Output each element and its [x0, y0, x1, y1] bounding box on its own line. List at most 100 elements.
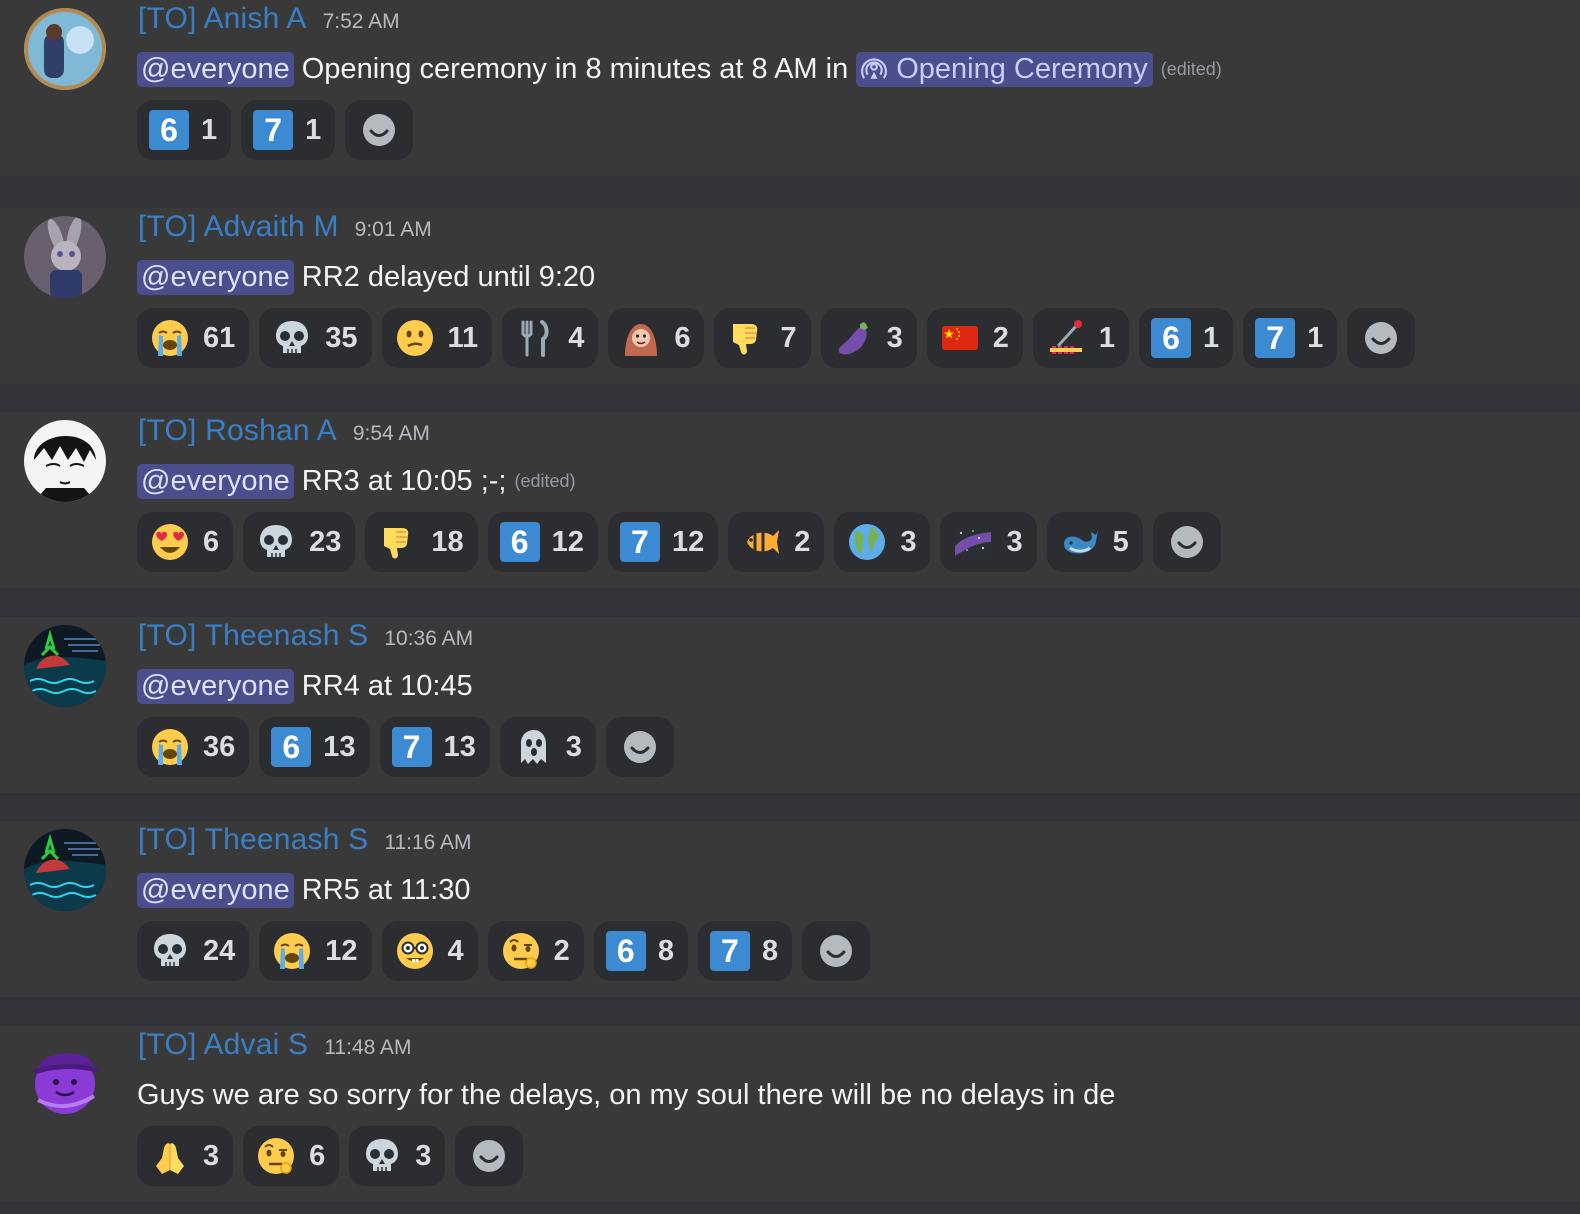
- keycap-6-icon: 6: [1151, 318, 1192, 358]
- tropical-fish-icon: [740, 521, 782, 563]
- reaction-count: 61: [203, 321, 236, 354]
- reaction-chip[interactable]: 3: [820, 308, 917, 368]
- reaction-count: 2: [794, 525, 811, 558]
- add-reaction-button[interactable]: [1347, 308, 1416, 368]
- reaction-chip[interactable]: 35: [259, 308, 372, 368]
- add-reaction-button[interactable]: [802, 921, 871, 981]
- reaction-count: 8: [761, 934, 779, 967]
- channel-mention[interactable]: Opening Ceremony: [856, 51, 1153, 87]
- reaction-chip[interactable]: 61: [137, 100, 232, 160]
- everyone-mention[interactable]: @everyone: [137, 51, 294, 87]
- reaction-count: 1: [305, 113, 322, 146]
- message-header: [TO] Theenash S 10:36 AM: [138, 619, 473, 659]
- reaction-count: 12: [671, 525, 705, 558]
- reaction-chip[interactable]: 23: [243, 512, 356, 572]
- bunny-character-avatar[interactable]: [24, 216, 106, 298]
- timestamp: 9:54 AM: [352, 422, 430, 445]
- everyone-mention[interactable]: @everyone: [137, 259, 294, 295]
- reaction-chip[interactable]: 3: [349, 1126, 446, 1186]
- orangutan-icon: [620, 317, 662, 359]
- reaction-count: 11: [447, 321, 479, 354]
- message-text: Opening ceremony in 8 minutes at 8 AM in: [301, 52, 849, 85]
- add-reaction-button[interactable]: [605, 717, 674, 777]
- loudly-crying-face-icon: [271, 930, 313, 972]
- everyone-mention[interactable]: @everyone: [137, 872, 294, 908]
- reaction-chip[interactable]: 6: [137, 512, 234, 572]
- reaction-chip[interactable]: 7: [714, 308, 811, 368]
- reaction-chip[interactable]: 18: [365, 512, 478, 572]
- everyone-mention[interactable]: @everyone: [137, 668, 294, 704]
- author-name[interactable]: [TO] Anish A: [138, 2, 307, 36]
- reaction-chip[interactable]: 2: [728, 512, 825, 572]
- neon-landscape-avatar[interactable]: [24, 625, 106, 707]
- skull-icon: [255, 521, 297, 563]
- manga-face-avatar[interactable]: [24, 420, 106, 502]
- message-content: @everyone Opening ceremony in 8 minutes a…: [137, 47, 1222, 91]
- reaction-chip[interactable]: 6 13: [259, 717, 370, 777]
- message: [TO] Theenash S 10:36 AM @everyone RR4 at 1…: [0, 617, 1580, 793]
- add-reaction-button[interactable]: [345, 100, 414, 160]
- add-reaction-smiley-icon: [1360, 317, 1402, 359]
- message: [TO] Advai S 11:48 AM Guys we are so sorry…: [0, 1026, 1580, 1202]
- reaction-chip[interactable]: 24: [137, 921, 250, 981]
- reaction-count: 3: [1006, 525, 1023, 558]
- add-reaction-button[interactable]: [1152, 512, 1221, 572]
- folded-hands-icon: [149, 1135, 191, 1177]
- reaction-chip[interactable]: 3: [499, 717, 596, 777]
- reaction-chip[interactable]: 12: [259, 921, 372, 981]
- keycap-7-icon: 7: [253, 110, 294, 150]
- blue-blob-avatar[interactable]: [24, 8, 106, 90]
- reaction-chip[interactable]: 71: [1243, 308, 1338, 368]
- add-reaction-button[interactable]: [455, 1126, 524, 1186]
- reaction-chip[interactable]: 3: [940, 512, 1037, 572]
- reaction-chip[interactable]: 2: [487, 921, 584, 981]
- reaction-chip[interactable]: 7 13: [379, 717, 490, 777]
- author-name[interactable]: [TO] Theenash S: [138, 823, 368, 857]
- author-name[interactable]: [TO] Advaith M: [138, 210, 339, 244]
- reaction-count: 3: [415, 1139, 432, 1172]
- raised-eyebrow-icon: [255, 1135, 297, 1177]
- purple-blob-avatar[interactable]: [24, 1034, 106, 1116]
- reaction-chip[interactable]: 3: [137, 1126, 234, 1186]
- reaction-chip[interactable]: 4: [502, 308, 599, 368]
- skull-icon: [361, 1135, 403, 1177]
- reaction-chip[interactable]: 61: [1139, 308, 1234, 368]
- reaction-chip[interactable]: 78: [697, 921, 793, 981]
- reaction-count: 1: [1203, 321, 1220, 354]
- reaction-chip[interactable]: 3: [834, 512, 931, 572]
- reactions-bar: 24 12 4 2 6 8 7 8: [137, 921, 871, 981]
- message: [TO] Advaith M 9:01 AM @everyone RR2 delaye…: [0, 208, 1580, 384]
- reaction-count: 1: [1098, 321, 1116, 354]
- reaction-count: 3: [886, 321, 903, 354]
- edited-label: (edited): [1160, 58, 1222, 79]
- message-feed: [TO] Anish A 7:52 AM @everyone Opening cere…: [0, 0, 1580, 1214]
- reaction-count: 8: [657, 934, 674, 967]
- timestamp: 11:48 AM: [324, 1036, 412, 1059]
- reaction-chip[interactable]: 61: [137, 308, 250, 368]
- reaction-chip[interactable]: 6: [608, 308, 705, 368]
- reaction-chip[interactable]: 5: [1046, 512, 1143, 572]
- reaction-chip[interactable]: 36: [137, 717, 250, 777]
- reaction-chip[interactable]: 7 12: [607, 512, 719, 572]
- reaction-count: 4: [447, 934, 464, 967]
- confused-face-icon: [394, 317, 436, 359]
- neon-landscape-avatar[interactable]: [24, 829, 106, 911]
- author-name[interactable]: [TO] Roshan A: [138, 414, 337, 448]
- message-text: RR2 delayed until 9:20: [301, 260, 596, 293]
- thumbs-down-icon: [377, 521, 419, 563]
- reaction-chip[interactable]: 2: [926, 308, 1023, 368]
- reactions-bar: 61 35 11 4 6 7 3 2 1 6 1 7 1: [137, 308, 1416, 368]
- reaction-chip[interactable]: 68: [593, 921, 688, 981]
- author-name[interactable]: [TO] Theenash S: [138, 619, 368, 653]
- reaction-count: 36: [203, 730, 236, 763]
- reaction-chip[interactable]: 11: [381, 308, 493, 368]
- everyone-mention[interactable]: @everyone: [137, 463, 294, 499]
- timestamp: 7:52 AM: [322, 10, 400, 33]
- reaction-chip[interactable]: 6: [243, 1126, 340, 1186]
- reaction-chip[interactable]: 1: [1032, 308, 1130, 368]
- reaction-chip[interactable]: 6 12: [487, 512, 598, 572]
- author-name[interactable]: [TO] Advai S: [138, 1028, 308, 1062]
- reaction-chip[interactable]: 71: [241, 100, 336, 160]
- reaction-chip[interactable]: 4: [381, 921, 478, 981]
- reaction-count: 3: [565, 730, 582, 763]
